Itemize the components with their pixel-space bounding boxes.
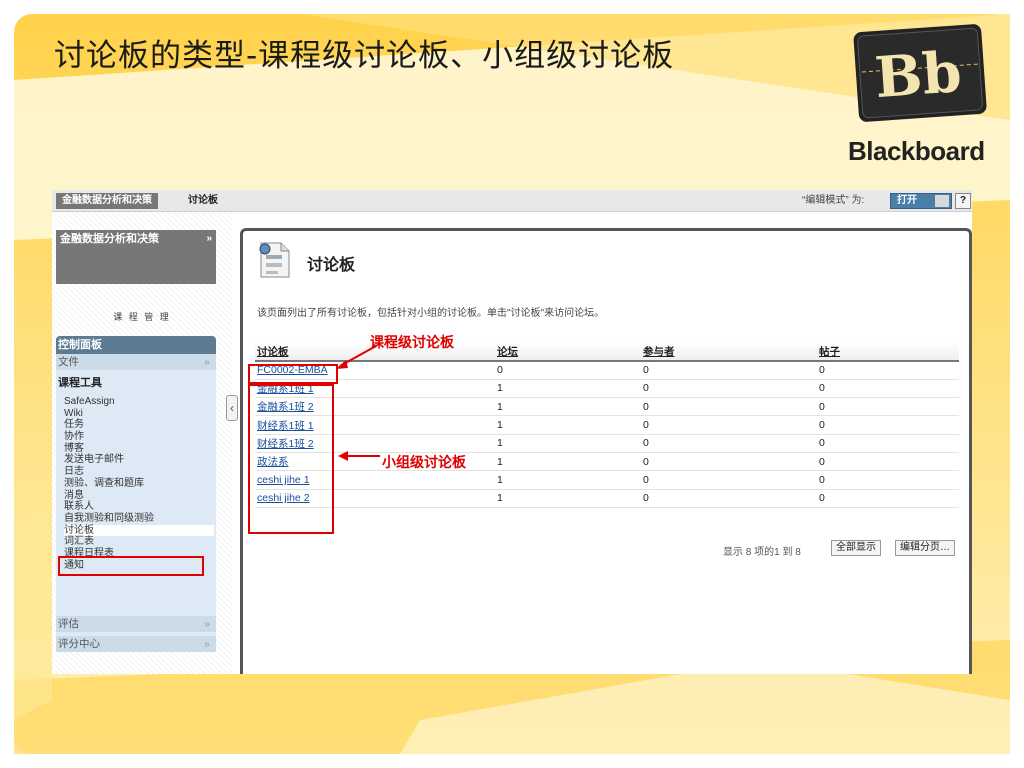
table-row: 金融系1班 1100 <box>255 379 959 399</box>
course-name: 金融数据分析和决策 <box>60 233 159 245</box>
blackboard-screenshot: 金融数据分析和决策 讨论板 “编辑模式” 为: 打开 ? 金融数据分析和决策 »… <box>52 190 972 674</box>
discussion-board-icon <box>259 242 290 278</box>
sidebar-item-assessment[interactable]: 评估 » <box>56 616 216 632</box>
sidebar-item-self-peer[interactable]: 自我测验和同级测验 <box>64 513 214 525</box>
brand-name: Blackboard <box>848 136 985 166</box>
sidebar-item-contacts[interactable]: 联系人 <box>64 501 214 513</box>
logo-text: Bb <box>873 39 964 111</box>
toggle-knob <box>935 195 949 207</box>
sidebar-item-journals[interactable]: 日志 <box>64 466 214 478</box>
sidebar-item-blogs[interactable]: 博客 <box>64 443 214 455</box>
sidebar-item-wiki[interactable]: Wiki <box>64 408 214 420</box>
forums-cell: 1 <box>495 379 641 399</box>
posts-cell: 0 <box>817 452 959 472</box>
forums-cell: 1 <box>495 434 641 453</box>
annotation-arrow-icon <box>336 345 377 369</box>
sidebar-item-messages[interactable]: 消息 <box>64 490 214 502</box>
participants-cell: 0 <box>641 434 817 453</box>
chevron-right-icon[interactable]: » <box>204 616 210 632</box>
posts-cell: 0 <box>817 397 959 417</box>
course-tools-header[interactable]: 课程工具 <box>58 374 102 390</box>
participants-cell: 0 <box>641 361 817 380</box>
forums-cell: 1 <box>495 470 641 490</box>
top-breadcrumb-bar: 金融数据分析和决策 讨论板 “编辑模式” 为: 打开 ? <box>52 190 972 212</box>
sidebar-item-send-email[interactable]: 发送电子邮件 <box>64 454 214 466</box>
posts-cell: 0 <box>817 361 959 380</box>
slide-title: 讨论板的类型-课程级讨论板、小组级讨论板 <box>54 38 675 74</box>
show-all-button[interactable]: 全部显示 <box>831 540 881 556</box>
sidebar-item-collaboration[interactable]: 协作 <box>64 431 214 443</box>
column-header-participants[interactable]: 参与者 <box>641 343 817 362</box>
sidebar-item-label: 评估 <box>58 618 79 630</box>
participants-cell: 0 <box>641 470 817 490</box>
breadcrumb-course[interactable]: 金融数据分析和决策 <box>56 193 158 209</box>
control-panel-body: 文件 » 课程工具 SafeAssign Wiki 任务 协作 博客 发送电子邮… <box>56 354 216 652</box>
table-row: ceshi jihe 2100 <box>255 489 959 508</box>
collapse-sidebar-button[interactable]: ‹ <box>226 395 238 421</box>
table-row: 财经系1班 1100 <box>255 415 959 435</box>
forums-cell: 1 <box>495 489 641 508</box>
table-row: 金融系1班 2100 <box>255 397 959 417</box>
column-header-forums[interactable]: 论坛 <box>495 343 641 362</box>
sidebar-item-label: 评分中心 <box>58 638 100 650</box>
participants-cell: 0 <box>641 489 817 508</box>
participants-cell: 0 <box>641 379 817 399</box>
edit-mode-label: “编辑模式” 为: <box>802 195 865 206</box>
column-header-posts[interactable]: 帖子 <box>817 343 959 362</box>
chevron-right-icon[interactable]: » <box>204 636 210 652</box>
page-description: 该页面列出了所有讨论板，包括针对小组的讨论板。单击"讨论板"来访问论坛。 <box>257 308 605 319</box>
page-title: 讨论板 <box>307 257 356 274</box>
course-management-label: 课 程 管 理 <box>113 312 171 322</box>
blackboard-logo-icon: Bb <box>853 24 987 122</box>
edit-paging-button[interactable]: 编辑分页… <box>895 540 955 556</box>
course-tools-list: SafeAssign Wiki 任务 协作 博客 发送电子邮件 日志 测验、调查… <box>64 396 214 571</box>
participants-cell: 0 <box>641 415 817 435</box>
course-sidebar: 金融数据分析和决策 » 课 程 管 理 控制面板 文件 » 课程工具 SafeA… <box>52 212 232 674</box>
sidebar-item-glossary[interactable]: 词汇表 <box>64 536 214 548</box>
sidebar-item-files[interactable]: 文件 » <box>56 354 216 370</box>
forums-cell: 1 <box>495 415 641 435</box>
annotation-course-level: 课程级讨论板 <box>370 335 454 351</box>
forums-cell: 1 <box>495 397 641 417</box>
help-button[interactable]: ? <box>955 193 971 209</box>
sidebar-item-label: 文件 <box>58 356 79 368</box>
highlight-box-course-level <box>248 364 338 384</box>
chevron-right-icon[interactable]: » <box>204 354 210 370</box>
highlight-box-group-level <box>248 384 334 534</box>
posts-cell: 0 <box>817 434 959 453</box>
sidebar-item-tasks[interactable]: 任务 <box>64 419 214 431</box>
sidebar-item-grade-center[interactable]: 评分中心 » <box>56 636 216 652</box>
annotation-group-level: 小组级讨论板 <box>382 455 466 471</box>
participants-cell: 0 <box>641 397 817 417</box>
sidebar-item-discussion-board[interactable]: 讨论板 <box>64 524 214 537</box>
posts-cell: 0 <box>817 415 959 435</box>
forums-cell: 0 <box>495 361 641 380</box>
edit-mode-toggle[interactable]: 打开 <box>890 193 952 209</box>
participants-cell: 0 <box>641 452 817 472</box>
table-row: ceshi jihe 1100 <box>255 470 959 490</box>
posts-cell: 0 <box>817 379 959 399</box>
posts-cell: 0 <box>817 489 959 508</box>
control-panel-header[interactable]: 控制面板 <box>56 336 216 354</box>
chevron-right-icon[interactable]: » <box>206 232 212 246</box>
annotation-arrow-icon <box>338 451 380 461</box>
sidebar-item-safeassign[interactable]: SafeAssign <box>64 396 214 408</box>
edit-mode-value: 打开 <box>897 195 917 206</box>
posts-cell: 0 <box>817 470 959 490</box>
highlight-box-discussion-board <box>58 556 204 576</box>
sidebar-item-tests[interactable]: 测验、调查和题库 <box>64 478 214 490</box>
forums-cell: 1 <box>495 452 641 472</box>
course-menu-header[interactable]: 金融数据分析和决策 » <box>56 230 216 284</box>
breadcrumb-page: 讨论板 <box>188 195 218 206</box>
pagination-summary: 显示 8 项的1 到 8 <box>723 547 801 558</box>
